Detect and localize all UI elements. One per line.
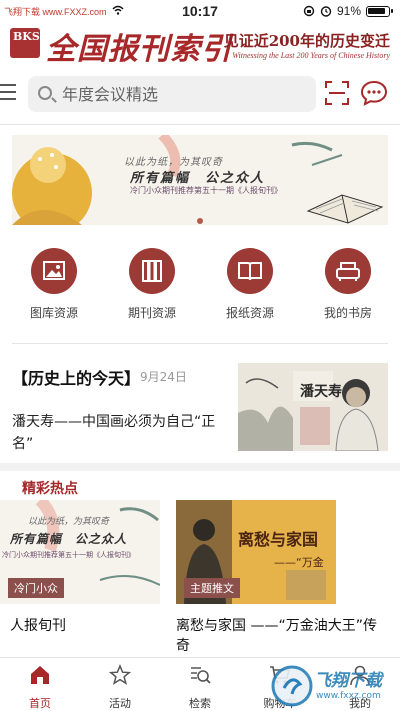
star-icon — [108, 664, 132, 685]
hot-card[interactable]: 离愁与家国 ——“万金 主题推文 离愁与家国 ——“万金油大王”传奇 — [176, 500, 381, 656]
banner-line-3: 冷门小众期刊推荐第五十一期《人报旬刊》 — [130, 186, 282, 195]
card-image: 离愁与家国 ——“万金 主题推文 — [176, 500, 336, 604]
slogan: 见证近200年的历史变迁 Witnessing the Last 200 Yea… — [224, 30, 390, 60]
home-icon — [31, 666, 49, 684]
card-title: 人报旬刊 — [10, 618, 66, 634]
logo-badge: BKS — [10, 28, 40, 58]
hot-card[interactable]: 以此为纸，为其叹奇 所有篇幅 公之众人 冷门小众期刊推荐第五十一期《人报旬刊》 … — [0, 500, 170, 636]
card-line-2: 所有篇幅 公之众人 — [10, 532, 128, 546]
card-line-3: 冷门小众期刊推荐第五十一期《人报旬刊》 — [2, 551, 135, 559]
image-icon — [31, 248, 77, 294]
nav-home[interactable]: 首页 — [0, 664, 80, 711]
search-row — [0, 72, 400, 116]
armchair-icon — [325, 248, 371, 294]
carousel-dot[interactable] — [197, 218, 203, 224]
open-book-icon — [227, 248, 273, 294]
lock-rotation-icon — [303, 5, 315, 17]
today-in-history[interactable]: 【历史上的今天】 9月24日 潘天寿——中国画必须为自己“正名” 潘天寿 — [0, 355, 400, 455]
today-image[interactable]: 潘天寿 — [238, 363, 388, 451]
watermark-cn: 飞翔下载 — [314, 671, 382, 691]
quick-link-gallery[interactable]: 图库资源 — [14, 248, 94, 321]
slogan-cn: 见证近200年的历史变迁 — [223, 32, 390, 50]
section-title: 精彩热点 — [22, 481, 78, 497]
search-list-icon — [191, 667, 211, 684]
today-description[interactable]: 潘天寿——中国画必须为自己“正名” — [12, 411, 227, 455]
menu-icon[interactable] — [0, 84, 18, 102]
app-title: 全国报刊索引 — [46, 32, 232, 67]
books-icon — [129, 248, 175, 294]
logo-header: BKS 全国报刊索引 见证近200年的历史变迁 Witnessing the L… — [0, 22, 400, 68]
search-box[interactable] — [28, 76, 316, 112]
divider — [12, 343, 388, 344]
section-title: 【历史上的今天】 — [12, 369, 141, 388]
nav-label: 首页 — [29, 697, 51, 710]
watermark-url: www.fxxz.com — [316, 691, 381, 701]
card-image-subtitle: ——“万金 — [274, 556, 324, 569]
card-image: 以此为纸，为其叹奇 所有篇幅 公之众人 冷门小众期刊推荐第五十一期《人报旬刊》 … — [0, 500, 160, 604]
card-tag: 主题推文 — [184, 578, 240, 598]
battery-percent: 91% — [336, 4, 361, 18]
quick-links: 图库资源 期刊资源 报纸资源 我的书房 — [0, 248, 400, 328]
banner-line-1: 以此为纸，为其叹奇 — [124, 157, 223, 168]
nav-label: 活动 — [109, 697, 131, 710]
scan-icon[interactable] — [324, 80, 350, 106]
quick-link-label: 期刊资源 — [127, 306, 176, 320]
card-title: 离愁与家国 ——“万金油大王”传奇 — [176, 618, 377, 654]
nav-search[interactable]: 检索 — [160, 664, 240, 711]
quick-link-label: 我的书房 — [323, 306, 372, 320]
section-separator — [0, 463, 400, 471]
card-image-title: 离愁与家国 — [238, 530, 319, 549]
message-icon[interactable] — [360, 80, 388, 106]
corner-watermark: 飞翔下载 www.fxxz.com — [270, 664, 396, 708]
battery-icon — [366, 5, 393, 17]
portrait-illustration — [238, 371, 379, 451]
image-caption: 潘天寿 — [300, 384, 342, 400]
banner-line-2: 所有篇幅 公之众人 — [130, 171, 266, 186]
quick-link-label: 图库资源 — [29, 306, 78, 320]
divider — [0, 124, 400, 125]
nav-activities[interactable]: 活动 — [80, 664, 160, 711]
banner-carousel[interactable]: 以此为纸，为其叹奇 所有篇幅 公之众人 冷门小众期刊推荐第五十一期《人报旬刊》 — [12, 135, 388, 225]
alarm-icon — [320, 6, 332, 17]
today-date: 9月24日 — [140, 370, 187, 384]
search-icon — [38, 86, 52, 100]
card-tag: 冷门小众 — [8, 578, 64, 598]
quick-link-my-study[interactable]: 我的书房 — [308, 248, 388, 321]
nav-label: 检索 — [189, 697, 211, 710]
search-input[interactable] — [62, 82, 302, 106]
slogan-en: Witnessing the Last 200 Years of Chinese… — [232, 51, 390, 60]
status-bar: 飞翔下载 www.FXXZ.com 10:17 91% — [0, 0, 400, 22]
quick-link-newspapers[interactable]: 报纸资源 — [210, 248, 290, 321]
carousel-indicator — [12, 209, 388, 225]
quick-link-label: 报纸资源 — [225, 306, 274, 320]
card-line-1: 以此为纸，为其叹奇 — [28, 517, 110, 527]
quick-link-journals[interactable]: 期刊资源 — [112, 248, 192, 321]
